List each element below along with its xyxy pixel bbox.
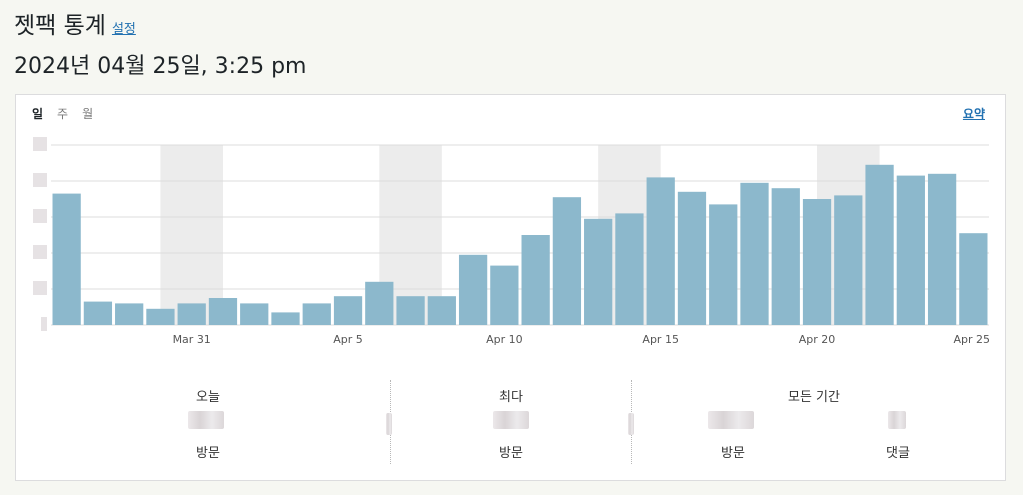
- stat-best-visits-label: 방문: [499, 446, 523, 461]
- x-tick-label: Mar 31: [173, 333, 211, 346]
- chart-bar: [302, 303, 331, 325]
- chart-bar: [333, 296, 363, 325]
- stat-today-header: 오늘: [196, 390, 220, 405]
- page-header: 젯팩 통계 설정: [14, 6, 136, 40]
- chart-bar: [490, 265, 519, 325]
- chart-bar: [396, 296, 425, 325]
- chart-bar: [365, 281, 394, 325]
- chart-bar: [271, 312, 300, 325]
- stat-today-visits-label: 방문: [196, 446, 220, 461]
- settings-link[interactable]: 설정: [112, 18, 136, 37]
- chart-bar: [865, 164, 894, 325]
- chart-bar: [771, 188, 800, 325]
- x-tick-label: Apr 20: [799, 333, 836, 346]
- chart-bar: [177, 303, 206, 325]
- chart-bar: [927, 173, 957, 325]
- chart-bar: [240, 303, 269, 325]
- y-tick-redacted: [33, 137, 47, 151]
- period-tabs: 일 주 월: [32, 105, 93, 122]
- chart-bar: [740, 182, 769, 325]
- chart-bar: [83, 301, 113, 325]
- y-tick-redacted: [33, 245, 47, 259]
- stat-today-value-redacted: [188, 411, 224, 429]
- chart-bar: [959, 233, 988, 325]
- tab-month[interactable]: 월: [82, 105, 93, 122]
- stat-best-header: 최다: [499, 390, 523, 405]
- stat-best-value-redacted: [493, 411, 529, 429]
- page-title: 젯팩 통계: [14, 13, 106, 39]
- chart-bar: [52, 193, 81, 325]
- chart-bar: [458, 254, 488, 325]
- x-tick-label: Apr 25: [953, 333, 990, 346]
- chart-bar: [115, 303, 144, 325]
- stat-alltime: 모든 기간 방문 댓글: [632, 380, 1005, 464]
- chart-bar: [896, 175, 925, 325]
- chart-bar: [521, 235, 550, 325]
- stat-today: 오늘 방문: [16, 380, 390, 464]
- y-tick-redacted: [33, 173, 47, 187]
- y-tick-redacted: [33, 281, 47, 295]
- stat-alltime-header: 모든 기간: [788, 390, 840, 405]
- stats-panel: Mar 31 Apr 5 Apr 10 Apr 15 Apr 20 Apr 25 일 주 …: [15, 94, 1006, 481]
- tab-week[interactable]: 주: [57, 105, 68, 122]
- chart-bar: [802, 199, 832, 325]
- chart-bar: [834, 195, 863, 325]
- stat-best: 최다 방문: [391, 380, 631, 464]
- chart-bar: [646, 177, 675, 325]
- visits-bar-chart: Mar 31 Apr 5 Apr 10 Apr 15 Apr 20 Apr 25: [33, 137, 990, 346]
- chart-bar: [709, 204, 738, 325]
- stat-alltime-visits-value-redacted: [708, 411, 754, 429]
- chart-bar: [615, 213, 644, 325]
- chart-bar: [677, 191, 707, 325]
- stats-summary: 오늘 방문 최다 방문 모든 기간 방문 댓글: [16, 380, 1005, 470]
- x-tick-label: Apr 10: [486, 333, 523, 346]
- chart-bar: [208, 298, 238, 325]
- stat-alltime-comments-value-redacted: [888, 411, 906, 429]
- stat-alltime-visits-label: 방문: [721, 446, 745, 461]
- summary-link[interactable]: 요약: [963, 105, 985, 122]
- y-tick-redacted: [41, 317, 47, 331]
- x-tick-label: Apr 5: [333, 333, 363, 346]
- chart-bar: [146, 308, 175, 325]
- x-tick-label: Apr 15: [642, 333, 679, 346]
- stat-alltime-comments-label: 댓글: [886, 446, 910, 461]
- chart-bar: [552, 197, 582, 325]
- tab-day[interactable]: 일: [32, 105, 43, 122]
- chart-bar: [584, 218, 613, 325]
- current-datetime: 2024년 04월 25일, 3:25 pm: [14, 54, 307, 79]
- y-tick-redacted: [33, 209, 47, 223]
- chart-bar: [427, 296, 456, 325]
